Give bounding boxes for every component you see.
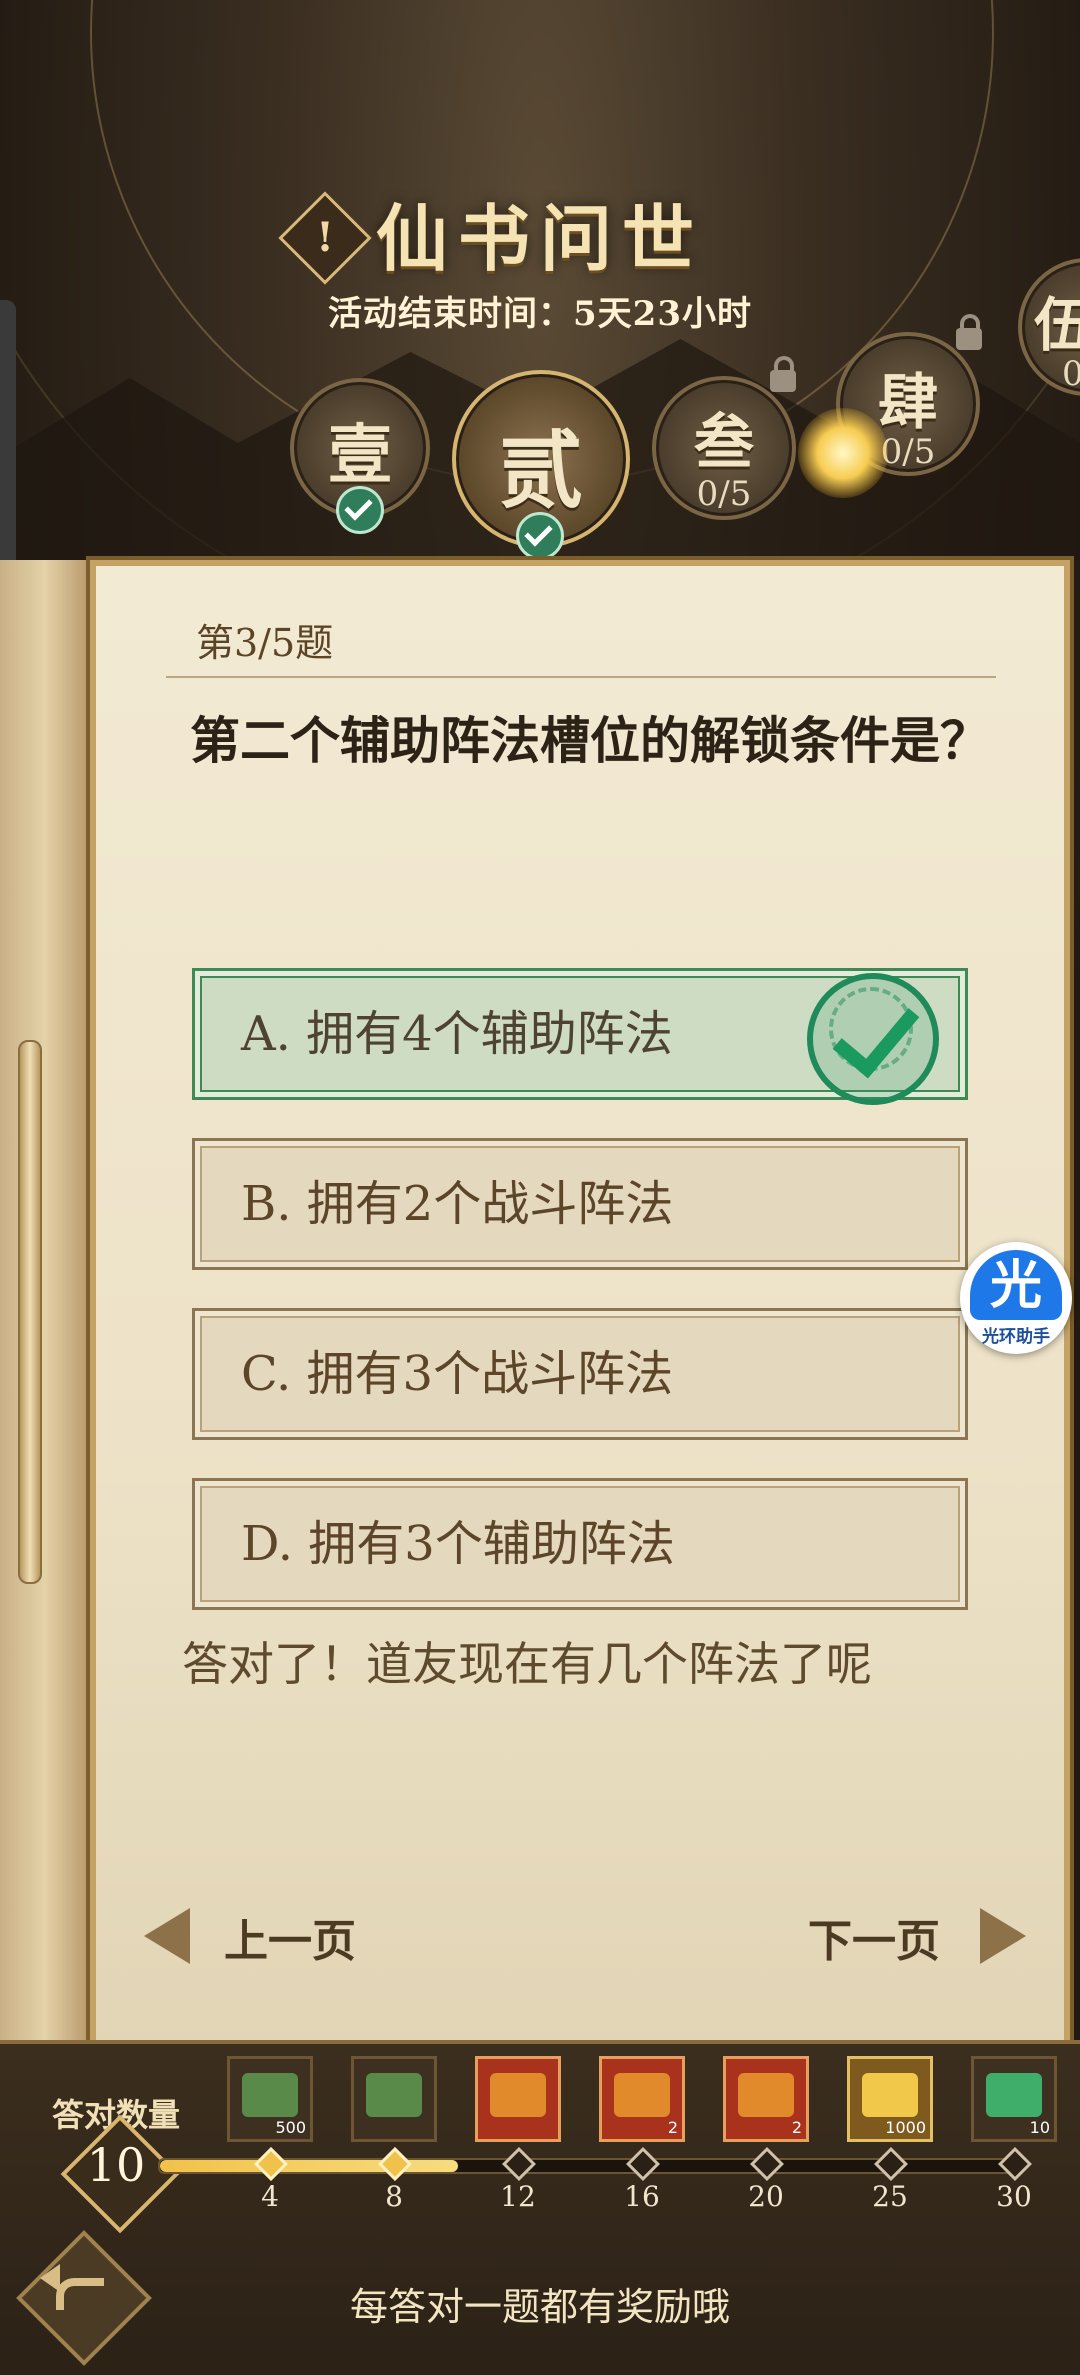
- helper-logo-icon: 光: [970, 1250, 1062, 1320]
- check-icon: [336, 486, 384, 534]
- lock-icon: [956, 314, 982, 350]
- option-label: D. 拥有3个辅助阵法: [241, 1516, 675, 1572]
- question-counter: 第3/5题: [196, 621, 334, 665]
- correct-check-icon: [807, 973, 939, 1105]
- reward-slot[interactable]: 2: [723, 2056, 809, 2142]
- option-label: B. 拥有2个战斗阵法: [241, 1176, 674, 1232]
- chapter-label: 壹: [328, 418, 392, 493]
- jade-orb-icon: [986, 2073, 1042, 2117]
- option-d-button[interactable]: D. 拥有3个辅助阵法: [192, 1478, 968, 1610]
- event-timer: 活动结束时间：5天23小时: [328, 294, 752, 334]
- question-text: 第二个辅助阵法槽位的解锁条件是？: [190, 711, 990, 770]
- reward-slot[interactable]: 1000: [847, 2056, 933, 2142]
- helper-caption: 光环助手: [982, 1327, 1050, 1347]
- chapter-progress: 0/5: [696, 474, 752, 514]
- prev-page-button[interactable]: 上一页: [224, 1905, 356, 1969]
- prev-arrow-icon[interactable]: [144, 1908, 190, 1964]
- red-chest-icon: [490, 2073, 546, 2117]
- reward-slot[interactable]: 10: [971, 2056, 1057, 2142]
- chapter-label: 叁: [694, 408, 754, 478]
- option-a-button[interactable]: A. 拥有4个辅助阵法: [192, 968, 968, 1105]
- milestone-label: 30: [996, 2180, 1032, 2213]
- reward-quantity: 2: [667, 2118, 678, 2137]
- lock-icon: [770, 356, 796, 392]
- quiz-screen: ! 仙书问世 活动结束时间：5天23小时 壹 贰 叁 0/5 肆 0/5 伍 0…: [0, 0, 1080, 2375]
- chapter-tab-3[interactable]: 叁 0/5: [652, 376, 796, 520]
- option-c-button[interactable]: C. 拥有3个战斗阵法: [192, 1308, 968, 1440]
- check-icon: [516, 512, 564, 560]
- milestone-label: 16: [624, 2180, 660, 2213]
- green-chest-icon: [242, 2073, 298, 2117]
- red-chest-icon: [614, 2073, 670, 2117]
- chapter-progress: 0: [1062, 354, 1080, 394]
- milestone-label: 25: [872, 2180, 908, 2213]
- reward-slot[interactable]: [475, 2056, 561, 2142]
- next-arrow-icon[interactable]: [980, 1908, 1026, 1964]
- page-title: 仙书问世: [375, 196, 704, 281]
- option-label: C. 拥有3个战斗阵法: [241, 1346, 674, 1402]
- sparkle-effect: [798, 408, 888, 498]
- milestone-label: 20: [748, 2180, 784, 2213]
- reward-slot[interactable]: 500: [227, 2056, 313, 2142]
- reward-quantity: 1000: [885, 2118, 926, 2137]
- next-page-button[interactable]: 下一页: [808, 1905, 940, 1969]
- reward-quantity: 2: [791, 2118, 802, 2137]
- chapter-tab-5[interactable]: 伍 0: [1018, 258, 1080, 396]
- floating-helper-button[interactable]: 光 光环助手: [960, 1242, 1072, 1354]
- chapter-label: 贰: [498, 421, 583, 520]
- progress-fill: [160, 2160, 458, 2172]
- reward-quantity: 10: [1029, 2118, 1050, 2137]
- milestone-label: 12: [500, 2180, 536, 2213]
- answer-feedback: 答对了！道友现在有几个阵法了呢: [182, 1637, 872, 1691]
- correct-count-value: 10: [86, 2138, 146, 2192]
- milestone-label: 4: [261, 2180, 279, 2213]
- reward-slot[interactable]: [351, 2056, 437, 2142]
- question-paper: [90, 560, 1070, 2052]
- option-b-button[interactable]: B. 拥有2个战斗阵法: [192, 1138, 968, 1270]
- chapter-label: 伍: [1034, 291, 1080, 359]
- red-chest-icon: [738, 2073, 794, 2117]
- reward-slot[interactable]: 2: [599, 2056, 685, 2142]
- side-ornament-panel: [0, 560, 94, 2040]
- milestone-label: 8: [385, 2180, 403, 2213]
- green-chest-icon: [366, 2073, 422, 2117]
- scroll-rail[interactable]: [18, 1040, 42, 1584]
- reward-quantity: 500: [275, 2118, 306, 2137]
- footer-hint: 每答对一题都有奖励哦: [349, 2285, 730, 2329]
- divider: [166, 676, 996, 678]
- gold-ingot-icon: [862, 2073, 918, 2117]
- option-label: A. 拥有4个辅助阵法: [241, 1006, 673, 1062]
